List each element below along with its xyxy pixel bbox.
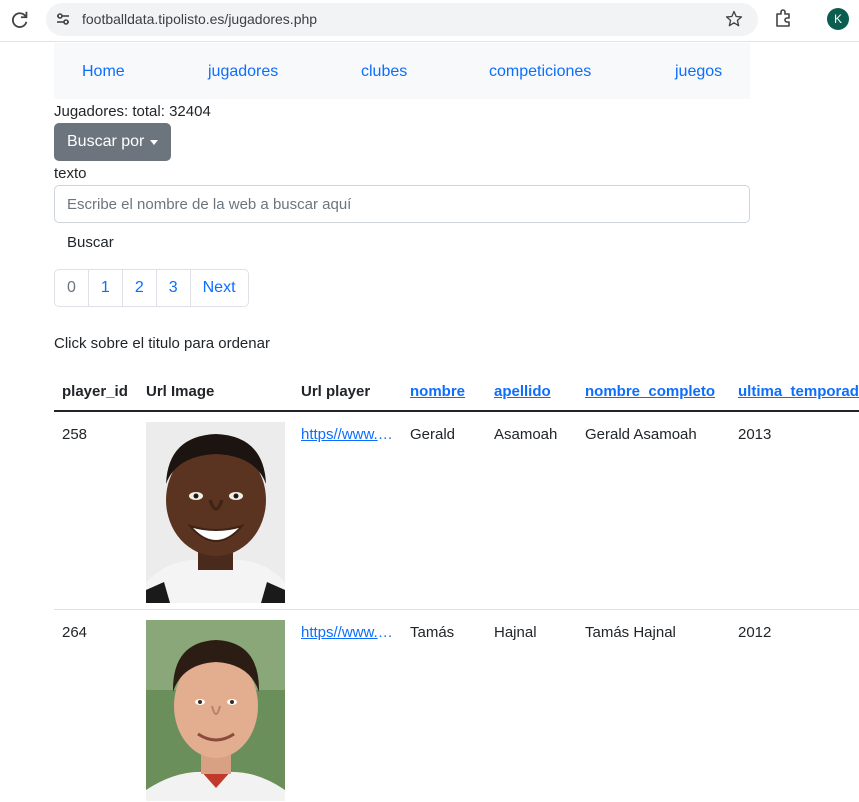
nav-juegos[interactable]: juegos: [675, 63, 722, 81]
sort-hint: Click sobre el titulo para ordenar: [54, 335, 270, 352]
nav-home[interactable]: Home: [82, 63, 125, 81]
search-by-dropdown[interactable]: Buscar por: [54, 123, 171, 161]
header-ultima-temporada[interactable]: ultima_temporada: [738, 383, 859, 400]
search-button[interactable]: Buscar: [54, 226, 127, 260]
players-table: player_id Url Image Url player nombre ap…: [54, 370, 859, 802]
search-input[interactable]: [54, 185, 750, 223]
header-nombre-completo[interactable]: nombre_completo: [585, 383, 715, 400]
profile-avatar[interactable]: K: [827, 8, 849, 30]
table-row: 258 https//www.transfermarkt.co.uk Geral…: [54, 412, 859, 610]
cell-ultima-temporada: 2013: [738, 426, 772, 443]
site-info-icon[interactable]: [55, 11, 71, 27]
address-bar[interactable]: footballdata.tipolisto.es/jugadores.php: [46, 3, 758, 36]
cell-nombre-completo: Gerald Asamoah: [585, 426, 697, 443]
search-by-label: Buscar por: [67, 133, 145, 150]
search-field-label: texto: [54, 165, 87, 182]
header-url-image: Url Image: [146, 383, 215, 400]
nav-competiciones[interactable]: competiciones: [489, 63, 591, 81]
player-photo: [146, 422, 285, 603]
page-link-3[interactable]: 3: [155, 269, 191, 307]
page-link-0[interactable]: 0: [54, 269, 89, 307]
cell-nombre: Tamás: [410, 624, 455, 641]
cell-player-url[interactable]: https//www.transfermarkt.co.uk: [301, 624, 395, 641]
header-nombre[interactable]: nombre: [410, 383, 465, 400]
cell-ultima-temporada: 2012: [738, 624, 772, 641]
browser-toolbar: footballdata.tipolisto.es/jugadores.php …: [0, 0, 859, 42]
cell-player-url[interactable]: https//www.transfermarkt.co.uk: [301, 426, 395, 443]
header-url-player: Url player: [301, 383, 371, 400]
address-url[interactable]: footballdata.tipolisto.es/jugadores.php: [82, 11, 317, 27]
bookmark-star-icon[interactable]: [724, 9, 744, 29]
site-navbar: Home jugadores clubes competiciones jueg…: [54, 43, 750, 99]
extensions-puzzle-icon[interactable]: [774, 8, 794, 28]
caret-down-icon: [150, 140, 158, 145]
cell-player-id: 264: [62, 624, 88, 641]
player-photo: [146, 620, 285, 801]
page-link-2[interactable]: 2: [121, 269, 157, 307]
table-row: 264 https//www.transfermarkt.co.uk Tamás…: [54, 610, 859, 802]
header-player-id: player_id: [62, 383, 128, 400]
cell-apellido: Hajnal: [494, 624, 537, 641]
page-link-next[interactable]: Next: [189, 269, 249, 307]
cell-player-id: 258: [62, 426, 88, 443]
nav-clubes[interactable]: clubes: [361, 63, 407, 81]
reload-icon[interactable]: [9, 9, 31, 31]
cell-nombre: Gerald: [410, 426, 456, 443]
pagination: 0 1 2 3 Next: [54, 269, 249, 307]
nav-jugadores[interactable]: jugadores: [208, 63, 278, 81]
cell-nombre-completo: Tamás Hajnal: [585, 624, 676, 641]
header-apellido[interactable]: apellido: [494, 383, 551, 400]
players-total: Jugadores: total: 32404: [54, 103, 211, 120]
cell-apellido: Asamoah: [494, 426, 558, 443]
page-link-1[interactable]: 1: [87, 269, 123, 307]
